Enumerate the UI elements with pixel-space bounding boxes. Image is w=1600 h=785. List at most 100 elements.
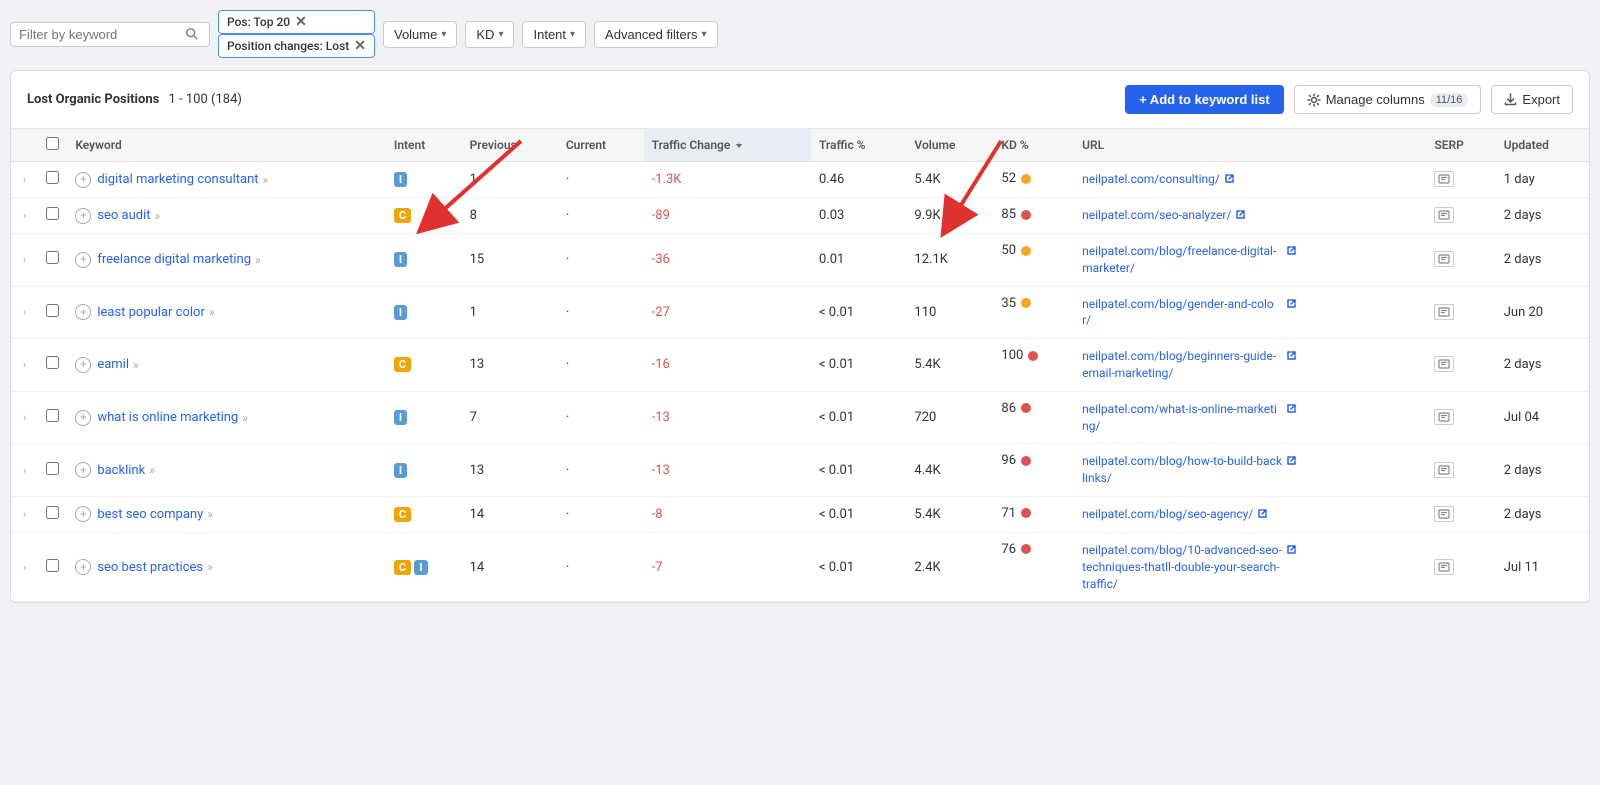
row-checkbox[interactable] xyxy=(38,198,67,234)
serp-icon[interactable] xyxy=(1434,409,1454,425)
external-link-icon[interactable] xyxy=(1286,544,1297,555)
dropdown-volume-dd[interactable]: Volume▾ xyxy=(383,21,457,48)
keyword-arrow: » xyxy=(209,305,215,319)
add-keyword-icon[interactable]: + xyxy=(75,462,91,478)
filter-input[interactable] xyxy=(19,27,179,42)
keyword-link[interactable]: least popular color » xyxy=(97,305,214,320)
dropdown-kd-dd[interactable]: KD▾ xyxy=(465,21,514,48)
remove-tag-pos-tag[interactable]: ✕ xyxy=(295,15,307,29)
add-keyword-icon[interactable]: + xyxy=(75,357,91,373)
add-keyword-icon[interactable]: + xyxy=(75,304,91,320)
serp-icon[interactable] xyxy=(1434,251,1454,267)
results-table: Keyword Intent Previous Current Traffic … xyxy=(11,129,1589,602)
intent-cell: I xyxy=(386,391,462,444)
serp-icon[interactable] xyxy=(1434,207,1454,223)
serp-cell[interactable] xyxy=(1426,444,1495,497)
serp-icon[interactable] xyxy=(1434,304,1454,320)
dropdown-intent-dd[interactable]: Intent▾ xyxy=(522,21,586,48)
serp-cell[interactable] xyxy=(1426,198,1495,234)
keyword-link[interactable]: backlink » xyxy=(97,463,154,478)
keyword-cell: + least popular color » xyxy=(67,286,386,339)
url-cell: neilpatel.com/what-is-online-marketing/ xyxy=(1074,391,1426,444)
keyword-arrow: » xyxy=(149,463,155,477)
row-expand[interactable]: › xyxy=(11,162,38,198)
volume-cell: 110 xyxy=(906,286,993,339)
th-current: Current xyxy=(558,129,644,162)
add-keyword-icon[interactable]: + xyxy=(75,252,91,268)
external-link-icon[interactable] xyxy=(1257,508,1268,519)
serp-cell[interactable] xyxy=(1426,339,1495,392)
external-link-icon[interactable] xyxy=(1286,245,1297,256)
add-keyword-icon[interactable]: + xyxy=(75,208,91,224)
external-link-icon[interactable] xyxy=(1286,350,1297,361)
keyword-link[interactable]: seo best practices » xyxy=(97,560,212,575)
keyword-link[interactable]: freelance digital marketing » xyxy=(97,252,260,267)
row-expand[interactable]: › xyxy=(11,444,38,497)
row-expand[interactable]: › xyxy=(11,339,38,392)
keyword-arrow: » xyxy=(242,411,248,425)
serp-icon[interactable] xyxy=(1434,559,1454,575)
external-link-icon[interactable] xyxy=(1235,209,1246,220)
serp-cell[interactable] xyxy=(1426,162,1495,198)
serp-cell[interactable] xyxy=(1426,532,1495,601)
external-link-icon[interactable] xyxy=(1286,455,1297,466)
keyword-link[interactable]: what is online marketing » xyxy=(97,410,248,425)
table-row: › + best seo company » C 14 · -8 < 0.01 … xyxy=(11,496,1589,532)
row-checkbox[interactable] xyxy=(38,234,67,287)
toolbar: Pos: Top 20✕Position changes: Lost✕ Volu… xyxy=(10,10,1590,58)
intent-cell: C xyxy=(386,339,462,392)
volume-cell: 5.4K xyxy=(906,162,993,198)
intent-cell: I xyxy=(386,286,462,339)
card-title: Lost Organic Positions 1 - 100 (184) xyxy=(27,92,242,107)
serp-icon[interactable] xyxy=(1434,171,1454,187)
dropdown-adv-dd[interactable]: Advanced filters▾ xyxy=(594,21,718,48)
keyword-link[interactable]: seo audit » xyxy=(97,208,160,223)
serp-cell[interactable] xyxy=(1426,234,1495,287)
external-link-icon[interactable] xyxy=(1224,173,1235,184)
row-expand[interactable]: › xyxy=(11,496,38,532)
url-cell: neilpatel.com/blog/seo-agency/ xyxy=(1074,496,1426,532)
row-expand[interactable]: › xyxy=(11,532,38,601)
row-expand[interactable]: › xyxy=(11,391,38,444)
row-checkbox[interactable] xyxy=(38,162,67,198)
serp-cell[interactable] xyxy=(1426,391,1495,444)
filter-input-wrap[interactable] xyxy=(10,22,210,47)
traffic-pct-cell: 0.03 xyxy=(811,198,906,234)
add-keyword-icon[interactable]: + xyxy=(75,410,91,426)
kd-indicator xyxy=(1021,246,1031,256)
row-checkbox[interactable] xyxy=(38,339,67,392)
row-checkbox[interactable] xyxy=(38,532,67,601)
row-checkbox[interactable] xyxy=(38,444,67,497)
remove-tag-position-tag[interactable]: ✕ xyxy=(354,39,366,53)
row-expand[interactable]: › xyxy=(11,198,38,234)
current-cell: · xyxy=(558,496,644,532)
serp-cell[interactable] xyxy=(1426,496,1495,532)
add-keyword-icon[interactable]: + xyxy=(75,172,91,188)
add-to-keyword-list-button[interactable]: + Add to keyword list xyxy=(1125,85,1284,114)
manage-columns-button[interactable]: Manage columns 11/16 xyxy=(1294,85,1482,114)
traffic-pct-cell: < 0.01 xyxy=(811,391,906,444)
volume-cell: 2.4K xyxy=(906,532,993,601)
th-traffic-change[interactable]: Traffic Change xyxy=(644,129,811,162)
th-checkbox[interactable] xyxy=(38,129,67,162)
add-keyword-icon[interactable]: + xyxy=(75,559,91,575)
row-checkbox[interactable] xyxy=(38,286,67,339)
keyword-link[interactable]: digital marketing consultant » xyxy=(97,172,268,187)
keyword-link[interactable]: eamil » xyxy=(97,357,138,372)
serp-icon[interactable] xyxy=(1434,462,1454,478)
serp-icon[interactable] xyxy=(1434,356,1454,372)
serp-icon[interactable] xyxy=(1434,506,1454,522)
row-expand[interactable]: › xyxy=(11,234,38,287)
external-link-icon[interactable] xyxy=(1286,298,1297,309)
external-link-icon[interactable] xyxy=(1286,403,1297,414)
kd-cell: 50 xyxy=(993,234,1074,267)
row-checkbox[interactable] xyxy=(38,391,67,444)
keyword-link[interactable]: best seo company » xyxy=(97,507,213,522)
add-keyword-icon[interactable]: + xyxy=(75,506,91,522)
export-button[interactable]: Export xyxy=(1491,85,1573,114)
intent-cell: I xyxy=(386,444,462,497)
row-checkbox[interactable] xyxy=(38,496,67,532)
select-all-checkbox[interactable] xyxy=(46,137,59,150)
serp-cell[interactable] xyxy=(1426,286,1495,339)
row-expand[interactable]: › xyxy=(11,286,38,339)
